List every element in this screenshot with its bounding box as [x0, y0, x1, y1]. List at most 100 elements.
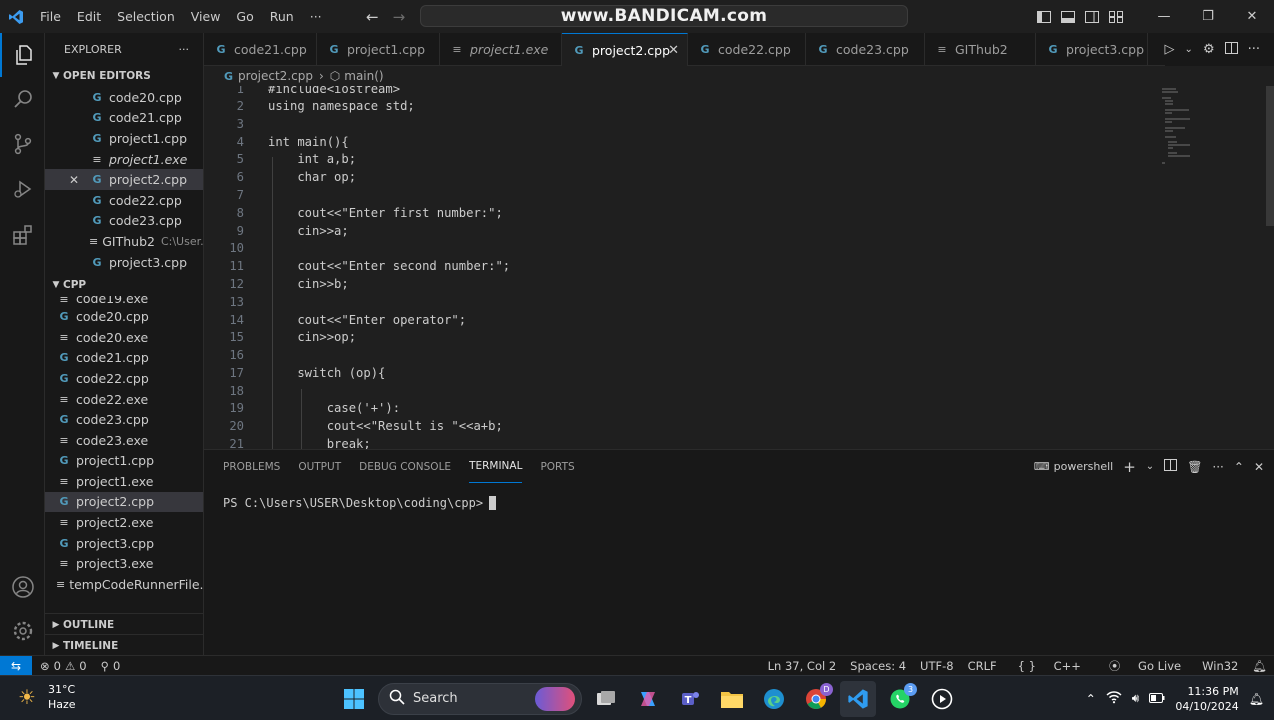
windows-start-icon[interactable] — [336, 681, 372, 717]
chrome-icon[interactable]: D — [798, 681, 834, 717]
tab-terminal[interactable]: TERMINAL — [469, 450, 523, 483]
cpp-folder-header[interactable]: ▼ CPP — [45, 274, 203, 296]
file-item[interactable]: ≡ tempCodeRunnerFile... — [45, 574, 203, 595]
source-control-icon[interactable] — [0, 122, 45, 166]
run-and-debug-icon[interactable] — [0, 167, 45, 211]
tab-problems[interactable]: PROBLEMS — [223, 450, 280, 483]
tab-debug-console[interactable]: DEBUG CONSOLE — [359, 450, 451, 483]
tab-project3[interactable]: Gproject3.cpp — [1036, 33, 1148, 66]
weather-widget[interactable]: ☀ 31°C Haze — [14, 682, 76, 712]
toggle-primary-sidebar-icon[interactable] — [1032, 10, 1056, 23]
open-editor-item[interactable]: Gproject3.cpp — [45, 252, 203, 273]
split-editor-icon[interactable] — [1224, 41, 1238, 58]
explorer-more-icon[interactable]: ··· — [179, 43, 190, 56]
back-arrow-icon[interactable]: ← — [366, 8, 379, 26]
minimap[interactable] — [1160, 86, 1220, 166]
menu-run[interactable]: Run — [262, 9, 302, 24]
forward-arrow-icon[interactable]: → — [393, 8, 406, 26]
run-code-icon[interactable]: ▷ — [1165, 42, 1175, 57]
copilot-icon[interactable] — [630, 681, 666, 717]
restore-icon[interactable]: ❐ — [1186, 9, 1230, 24]
maximize-panel-icon[interactable]: ⌃ — [1234, 460, 1244, 474]
language-mode[interactable]: { } C++ — [1004, 659, 1095, 673]
accounts-icon[interactable] — [0, 565, 45, 609]
menu-edit[interactable]: Edit — [69, 9, 109, 24]
toggle-panel-icon[interactable] — [1056, 10, 1080, 23]
teams-icon[interactable]: T — [672, 681, 708, 717]
volume-icon[interactable]: 🔊︎ — [1132, 691, 1140, 706]
show-hidden-icons-chevron-icon[interactable]: ⌃ — [1086, 692, 1096, 706]
vscode-taskbar-icon[interactable] — [840, 680, 876, 717]
file-explorer-icon[interactable] — [714, 681, 750, 717]
indentation[interactable]: Spaces: 4 — [843, 659, 913, 673]
tab-code21[interactable]: Gcode21.cpp — [204, 33, 317, 66]
file-item[interactable]: Gcode23.cpp — [45, 409, 203, 430]
more-actions-icon[interactable]: ··· — [1248, 42, 1260, 57]
close-panel-icon[interactable]: ✕ — [1254, 460, 1264, 474]
file-item[interactable]: ≡ project2.exe — [45, 512, 203, 533]
settings-gear-icon[interactable]: ⚙ — [1203, 42, 1215, 57]
menu-selection[interactable]: Selection — [109, 9, 183, 24]
taskbar-search-box[interactable]: Search — [378, 682, 582, 715]
customize-layout-icon[interactable] — [1104, 10, 1128, 23]
new-terminal-icon[interactable]: + — [1123, 458, 1136, 476]
encoding[interactable]: UTF-8 — [913, 659, 961, 673]
open-editor-item[interactable]: ≡GIThub2C:\User... — [45, 231, 203, 252]
cursor-position[interactable]: Ln 37, Col 2 — [761, 659, 844, 673]
settings-gear-icon[interactable] — [0, 609, 45, 653]
chevron-down-icon[interactable]: ⌄ — [1185, 44, 1193, 55]
file-item[interactable]: ≡ code23.exe — [45, 430, 203, 451]
notifications-bell-icon[interactable]: 🔔︎ — [1245, 659, 1274, 673]
notification-bell-icon[interactable]: 🔔︎ — [1249, 692, 1264, 706]
editor-scrollbar[interactable] — [1266, 86, 1274, 226]
menu-view[interactable]: View — [183, 9, 229, 24]
explorer-icon[interactable] — [0, 33, 45, 77]
close-editor-icon[interactable]: ✕ — [69, 173, 79, 187]
command-center[interactable]: www.BANDICAM.com — [420, 5, 908, 27]
end-of-line[interactable]: CRLF — [961, 659, 1004, 673]
open-editor-item[interactable]: Gcode22.cpp — [45, 190, 203, 211]
whatsapp-icon[interactable]: 3 — [882, 681, 918, 717]
trash-icon[interactable]: 🗑 — [1187, 460, 1202, 474]
tab-project2-active[interactable]: Gproject2.cpp ✕ — [562, 33, 688, 66]
file-item[interactable]: Gcode21.cpp — [45, 348, 203, 369]
breadcrumb-file[interactable]: project2.cpp — [238, 69, 313, 83]
file-item[interactable]: Gcode22.cpp — [45, 368, 203, 389]
tab-code23[interactable]: Gcode23.cpp — [806, 33, 925, 66]
system-clock[interactable]: 11:36 PM 04/10/2024 — [1175, 684, 1238, 714]
close-tab-icon[interactable]: ✕ — [668, 43, 679, 58]
close-icon[interactable]: ✕ — [1230, 9, 1274, 24]
file-item[interactable]: Gcode20.cpp — [45, 306, 203, 327]
breadcrumb-symbol[interactable]: main() — [344, 69, 383, 83]
chevron-down-icon[interactable]: ⌄ — [1146, 461, 1154, 472]
file-item[interactable]: Gproject3.cpp — [45, 533, 203, 554]
battery-icon[interactable] — [1149, 692, 1165, 706]
tab-ports[interactable]: PORTS — [540, 450, 574, 483]
tab-project1-exe[interactable]: ≡ project1.exe — [440, 33, 562, 66]
tab-code22[interactable]: Gcode22.cpp — [688, 33, 806, 66]
file-item[interactable]: ≡ code19.exe — [45, 296, 203, 306]
file-item[interactable]: ≡ project1.exe — [45, 471, 203, 492]
terminal-shell-selector[interactable]: ⌨ powershell — [1034, 460, 1113, 473]
file-item[interactable]: Gproject1.cpp — [45, 451, 203, 472]
timeline-section[interactable]: ▶ TIMELINE — [45, 634, 203, 655]
open-editor-item-active[interactable]: ✕ Gproject2.cpp — [45, 169, 203, 190]
media-player-icon[interactable] — [924, 681, 960, 717]
file-item[interactable]: ≡ code20.exe — [45, 327, 203, 348]
problems-status[interactable]: ⊗ 0 ⚠ 0 — [40, 659, 87, 673]
extensions-icon[interactable] — [0, 213, 45, 257]
edge-browser-icon[interactable] — [756, 681, 792, 717]
file-item[interactable]: ≡ code22.exe — [45, 389, 203, 410]
code-editor[interactable]: 1 #include<iostream> 2 using namespace std… — [204, 86, 1274, 449]
open-editor-item[interactable]: Gcode20.cpp — [45, 87, 203, 108]
platform[interactable]: Win32 — [1195, 659, 1245, 673]
task-view-icon[interactable] — [588, 681, 624, 717]
menu-file[interactable]: File — [32, 9, 69, 24]
terminal-output[interactable]: PS C:\Users\USER\Desktop\coding\cpp> — [223, 496, 497, 510]
search-icon[interactable] — [0, 77, 45, 121]
wifi-icon[interactable] — [1106, 690, 1122, 707]
minimize-icon[interactable]: — — [1142, 9, 1186, 24]
ports-status[interactable]: ⚲ 0 — [101, 659, 121, 673]
outline-section[interactable]: ▶ OUTLINE — [45, 613, 203, 636]
open-editors-header[interactable]: ▼ OPEN EDITORS — [45, 65, 203, 87]
